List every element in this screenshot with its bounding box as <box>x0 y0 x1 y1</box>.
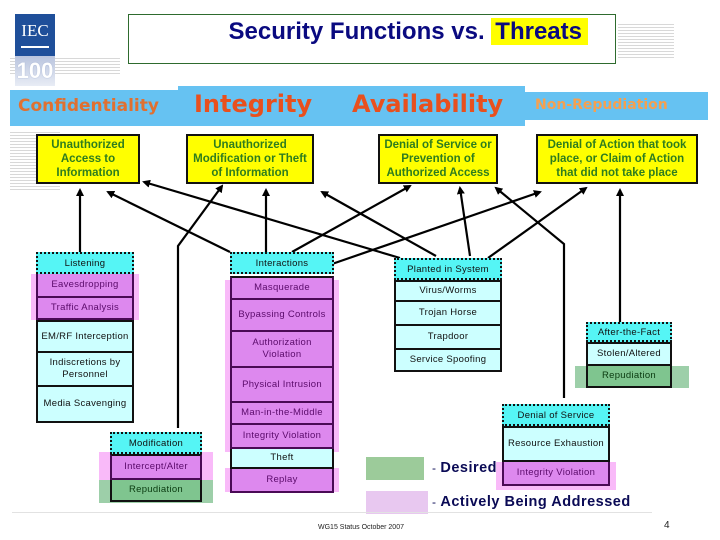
footer-text: WG15 Status October 2007 <box>318 524 404 531</box>
threat-item-eavesdropping: Eavesdropping <box>36 274 134 298</box>
threat-item-indiscretions: Indiscretions by Personnel <box>36 353 134 387</box>
legend-swatch-desired <box>366 457 424 480</box>
stack-head-dos: Denial of Service <box>502 404 610 426</box>
arrow-planted-to-access <box>142 179 401 260</box>
stack-head-planted: Planted in System <box>394 258 502 280</box>
threat-item-resource-exhaustion: Resource Exhaustion <box>502 426 610 462</box>
footer-divider <box>12 512 652 513</box>
threat-item-media-scavenging: Media Scavenging <box>36 387 134 423</box>
legend-label-addressed: - Actively Being Addressed <box>432 494 631 510</box>
threat-item-virus-worms: Virus/Worms <box>394 280 502 302</box>
threat-item-replay: Replay <box>230 469 334 493</box>
threat-item-service-spoofing: Service Spoofing <box>394 350 502 372</box>
threat-item-repudiation-modification: Repudiation <box>110 480 202 502</box>
threat-item-integrity-violation-dos: Integrity Violation <box>502 462 610 486</box>
threat-item-theft: Theft <box>230 449 334 469</box>
threat-item-stolen-altered: Stolen/Altered <box>586 342 672 366</box>
threat-item-physical-intrusion: Physical Intrusion <box>230 368 334 403</box>
threat-item-repudiation-after-fact: Repudiation <box>586 366 672 388</box>
threat-item-traffic-analysis: Traffic Analysis <box>36 298 134 320</box>
stack-head-listening: Listening <box>36 252 134 274</box>
stack-head-modification: Modification <box>110 432 202 454</box>
arrow-interactions-to-nonrep <box>331 190 542 266</box>
threat-item-authorization-violation: Authorization Violation <box>230 332 334 368</box>
stack-head-interactions: Interactions <box>230 252 334 274</box>
threat-item-trojan-horse: Trojan Horse <box>394 302 502 326</box>
threat-item-trapdoor: Trapdoor <box>394 326 502 350</box>
legend-label-desired: - Desired <box>432 460 498 476</box>
threat-item-bypassing-controls: Bypassing Controls <box>230 300 334 332</box>
arrow-modification-to-integrity <box>176 184 224 428</box>
legend-addressed-text: Actively Being Addressed <box>440 494 631 510</box>
threat-item-em-rf-interception: EM/RF Interception <box>36 320 134 353</box>
threat-item-masquerade: Masquerade <box>230 276 334 300</box>
legend-desired-text: Desired <box>440 460 498 476</box>
threat-item-intercept-alter: Intercept/Alter <box>110 454 202 480</box>
arrow-planted-to-nonrep <box>487 186 588 259</box>
threat-item-integrity-violation: Integrity Violation <box>230 425 334 449</box>
arrow-planted-to-dos <box>456 186 472 257</box>
page-number: 4 <box>664 520 670 531</box>
stack-head-after-fact: After-the-Fact <box>586 322 672 342</box>
legend-swatch-addressed <box>366 491 428 514</box>
threat-item-man-in-the-middle: Man-in-the-Middle <box>230 403 334 425</box>
arrow-dos-stack-to-dos <box>494 186 566 398</box>
arrow-planted-to-integrity <box>320 191 437 257</box>
